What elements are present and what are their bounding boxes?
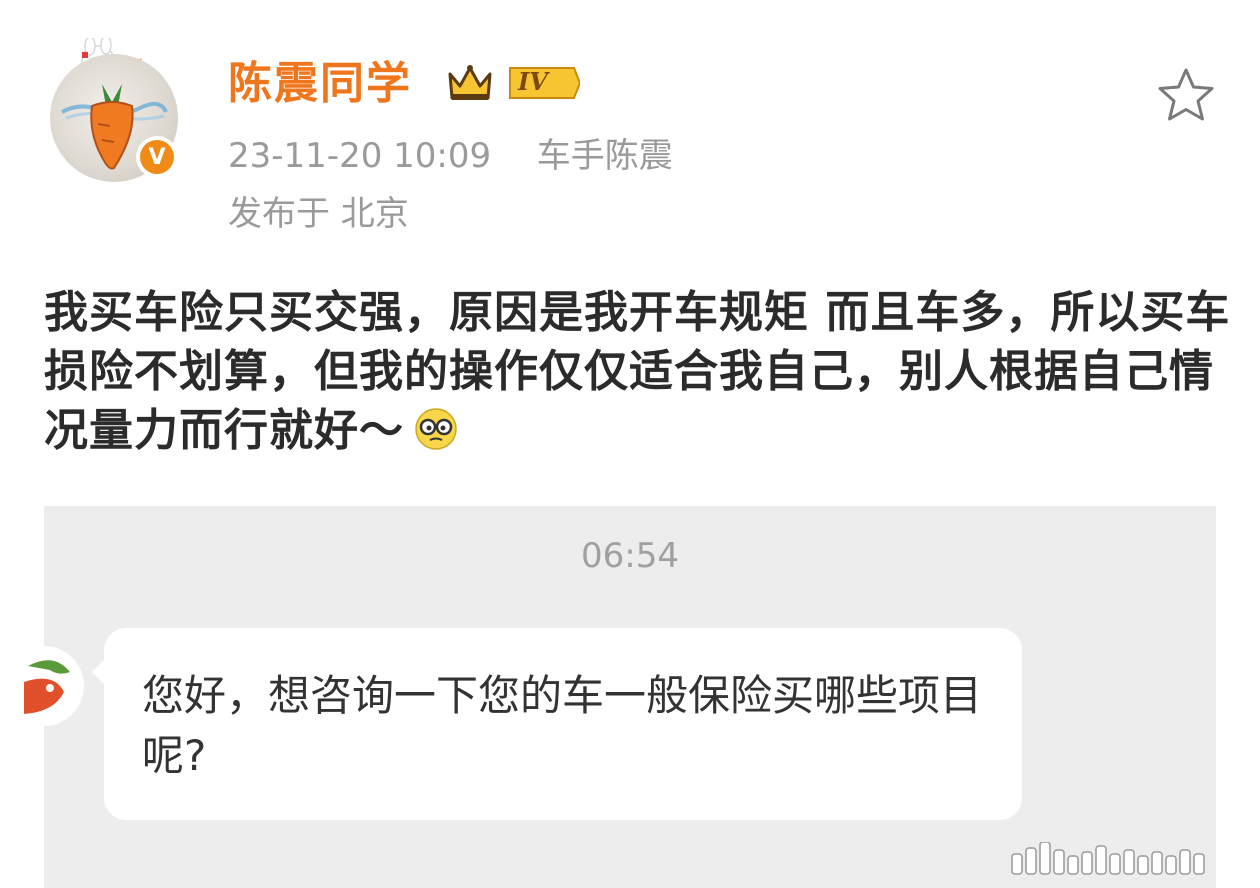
post-text: 我买车险只买交强，原因是我开车规矩 而且车多，所以买车损险不划算，但我的操作仅仅…	[44, 283, 1234, 460]
glasses-emoji-icon	[415, 408, 457, 450]
star-icon[interactable]	[1156, 66, 1216, 124]
chat-time: 06:54	[581, 536, 679, 576]
v-badge-icon: V	[140, 140, 174, 174]
post-source[interactable]: 车手陈震	[537, 136, 673, 176]
carrot-icon	[90, 84, 134, 170]
author-avatar[interactable]: V	[48, 38, 184, 182]
chat-bubble: 您好，想咨询一下您的车一般保险买哪些项目呢?	[104, 628, 1022, 820]
verified-badge: V	[136, 136, 178, 178]
chat-message: 您好，想咨询一下您的车一般保险买哪些项目呢?	[142, 671, 983, 780]
post-datetime: 23-11-20 10:09	[228, 136, 492, 176]
level-label: IV	[518, 67, 548, 96]
watermark-icon	[1011, 842, 1205, 875]
crown-level-icon[interactable]	[446, 60, 580, 106]
chat-avatar	[24, 646, 84, 726]
chat-screenshot: 06:54 您好，想咨询一下您的车一般保险买哪些项目呢?	[24, 506, 1216, 888]
post-location: 发布于 北京	[228, 194, 409, 234]
post-meta: 23-11-20 10:09 车手陈震	[228, 134, 673, 178]
author-name[interactable]: 陈震同学	[228, 56, 412, 112]
post-text-content: 我买车险只买交强，原因是我开车规矩 而且车多，所以买车损险不划算，但我的操作仅仅…	[44, 287, 1231, 456]
